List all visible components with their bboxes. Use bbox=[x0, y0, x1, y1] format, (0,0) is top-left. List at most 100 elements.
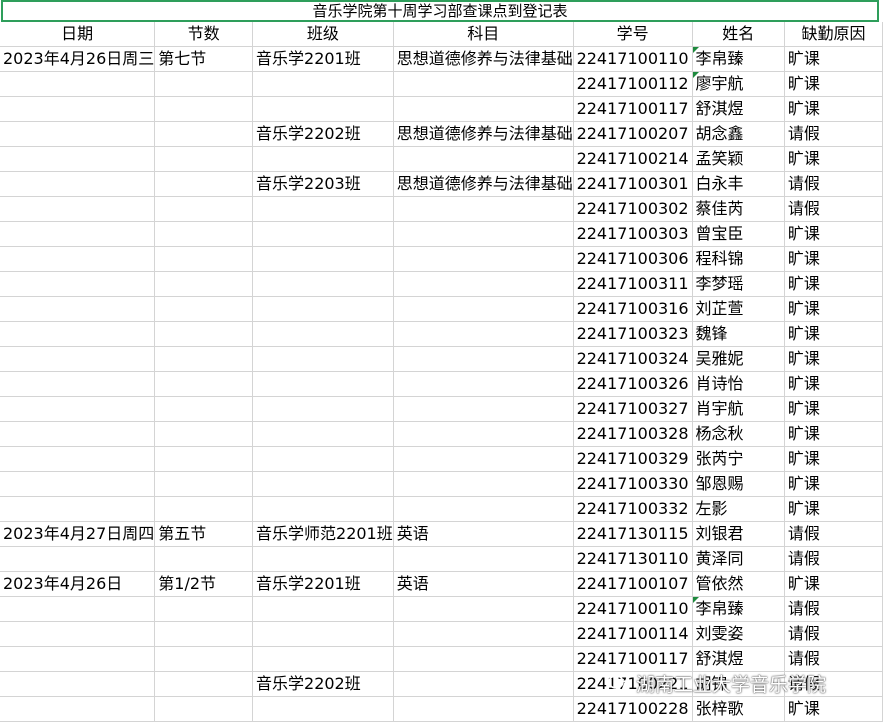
subject-cell[interactable] bbox=[393, 621, 574, 647]
class-cell[interactable] bbox=[252, 196, 394, 222]
class-cell[interactable] bbox=[252, 596, 394, 622]
date-cell[interactable] bbox=[0, 121, 156, 147]
class-cell[interactable] bbox=[252, 496, 394, 522]
student-id-cell[interactable]: 22417100302 bbox=[573, 196, 693, 222]
reason-cell[interactable]: 旷课 bbox=[784, 296, 883, 322]
period-cell[interactable] bbox=[154, 446, 254, 472]
name-cell[interactable]: 廖宇航 bbox=[692, 71, 785, 97]
date-cell[interactable] bbox=[0, 696, 156, 722]
period-cell[interactable] bbox=[154, 646, 254, 672]
period-cell[interactable] bbox=[154, 271, 254, 297]
date-cell[interactable] bbox=[0, 596, 156, 622]
subject-cell[interactable]: 英语 bbox=[393, 571, 574, 597]
period-cell[interactable] bbox=[154, 496, 254, 522]
reason-cell[interactable]: 旷课 bbox=[784, 321, 883, 347]
name-cell[interactable]: 刘芷萱 bbox=[692, 296, 785, 322]
name-cell[interactable]: 张芮宁 bbox=[692, 446, 785, 472]
reason-cell[interactable]: 请假 bbox=[784, 196, 883, 222]
student-id-cell[interactable]: 22417100303 bbox=[573, 221, 693, 247]
student-id-cell[interactable]: 22417130110 bbox=[573, 546, 693, 572]
header-name[interactable]: 姓名 bbox=[692, 22, 785, 47]
reason-cell[interactable]: 旷课 bbox=[784, 571, 883, 597]
date-cell[interactable] bbox=[0, 146, 156, 172]
header-student-id[interactable]: 学号 bbox=[573, 22, 693, 47]
name-cell[interactable]: 李帛臻 bbox=[692, 46, 785, 72]
date-cell[interactable] bbox=[0, 621, 156, 647]
name-cell[interactable]: 魏锋 bbox=[692, 321, 785, 347]
class-cell[interactable] bbox=[252, 146, 394, 172]
period-cell[interactable] bbox=[154, 296, 254, 322]
class-cell[interactable] bbox=[252, 296, 394, 322]
header-date[interactable]: 日期 bbox=[0, 22, 156, 47]
class-cell[interactable] bbox=[252, 696, 394, 722]
student-id-cell[interactable]: 22417100117 bbox=[573, 96, 693, 122]
name-cell[interactable]: 管依然 bbox=[692, 571, 785, 597]
student-id-cell[interactable]: 22417100112 bbox=[573, 71, 693, 97]
date-cell[interactable] bbox=[0, 196, 156, 222]
class-cell[interactable] bbox=[252, 546, 394, 572]
student-id-cell[interactable]: 22417100114 bbox=[573, 621, 693, 647]
student-id-cell[interactable]: 22417100117 bbox=[573, 646, 693, 672]
reason-cell[interactable]: 旷课 bbox=[784, 271, 883, 297]
date-cell[interactable] bbox=[0, 546, 156, 572]
class-cell[interactable] bbox=[252, 96, 394, 122]
reason-cell[interactable]: 旷课 bbox=[784, 496, 883, 522]
reason-cell[interactable]: 旷课 bbox=[784, 396, 883, 422]
student-id-cell[interactable]: 22417100311 bbox=[573, 271, 693, 297]
reason-cell[interactable]: 请假 bbox=[784, 546, 883, 572]
period-cell[interactable] bbox=[154, 546, 254, 572]
name-cell[interactable]: 吴雅妮 bbox=[692, 346, 785, 372]
period-cell[interactable]: 第七节 bbox=[154, 46, 254, 72]
student-id-cell[interactable]: 22417100301 bbox=[573, 171, 693, 197]
student-id-cell[interactable]: 22417100332 bbox=[573, 496, 693, 522]
class-cell[interactable] bbox=[252, 321, 394, 347]
subject-cell[interactable] bbox=[393, 246, 574, 272]
student-id-cell[interactable]: 22417100327 bbox=[573, 396, 693, 422]
subject-cell[interactable] bbox=[393, 296, 574, 322]
period-cell[interactable] bbox=[154, 671, 254, 697]
student-id-cell[interactable]: 22417100323 bbox=[573, 321, 693, 347]
student-id-cell[interactable]: 22417100329 bbox=[573, 446, 693, 472]
class-cell[interactable] bbox=[252, 646, 394, 672]
subject-cell[interactable] bbox=[393, 271, 574, 297]
reason-cell[interactable]: 旷课 bbox=[784, 146, 883, 172]
period-cell[interactable] bbox=[154, 121, 254, 147]
date-cell[interactable] bbox=[0, 421, 156, 447]
student-id-cell[interactable]: 22417100110 bbox=[573, 596, 693, 622]
sheet-title[interactable]: 音乐学院第十周学习部查课点到登记表 bbox=[1, 0, 879, 22]
class-cell[interactable] bbox=[252, 221, 394, 247]
date-cell[interactable]: 2023年4月27日周四 bbox=[0, 521, 156, 547]
date-cell[interactable] bbox=[0, 321, 156, 347]
date-cell[interactable] bbox=[0, 221, 156, 247]
period-cell[interactable] bbox=[154, 396, 254, 422]
subject-cell[interactable] bbox=[393, 671, 574, 697]
name-cell[interactable]: 黄泽同 bbox=[692, 546, 785, 572]
period-cell[interactable] bbox=[154, 346, 254, 372]
class-cell[interactable] bbox=[252, 421, 394, 447]
name-cell[interactable]: 刘雯姿 bbox=[692, 621, 785, 647]
date-cell[interactable]: 2023年4月26日 bbox=[0, 571, 156, 597]
period-cell[interactable] bbox=[154, 696, 254, 722]
student-id-cell[interactable]: 22417100330 bbox=[573, 471, 693, 497]
reason-cell[interactable]: 请假 bbox=[784, 521, 883, 547]
subject-cell[interactable] bbox=[393, 396, 574, 422]
subject-cell[interactable] bbox=[393, 346, 574, 372]
reason-cell[interactable]: 旷课 bbox=[784, 346, 883, 372]
name-cell[interactable]: 张梓歌 bbox=[692, 696, 785, 722]
reason-cell[interactable]: 旷课 bbox=[784, 696, 883, 722]
name-cell[interactable]: 舒淇煜 bbox=[692, 646, 785, 672]
reason-cell[interactable]: 旷课 bbox=[784, 246, 883, 272]
subject-cell[interactable] bbox=[393, 71, 574, 97]
period-cell[interactable] bbox=[154, 246, 254, 272]
date-cell[interactable]: 2023年4月26日周三 bbox=[0, 46, 156, 72]
date-cell[interactable] bbox=[0, 271, 156, 297]
student-id-cell[interactable]: 22417100328 bbox=[573, 421, 693, 447]
subject-cell[interactable] bbox=[393, 221, 574, 247]
name-cell[interactable]: 胡念鑫 bbox=[692, 121, 785, 147]
period-cell[interactable]: 第五节 bbox=[154, 521, 254, 547]
date-cell[interactable] bbox=[0, 171, 156, 197]
class-cell[interactable]: 音乐学师范2201班 bbox=[252, 521, 394, 547]
subject-cell[interactable] bbox=[393, 96, 574, 122]
class-cell[interactable] bbox=[252, 371, 394, 397]
period-cell[interactable] bbox=[154, 171, 254, 197]
